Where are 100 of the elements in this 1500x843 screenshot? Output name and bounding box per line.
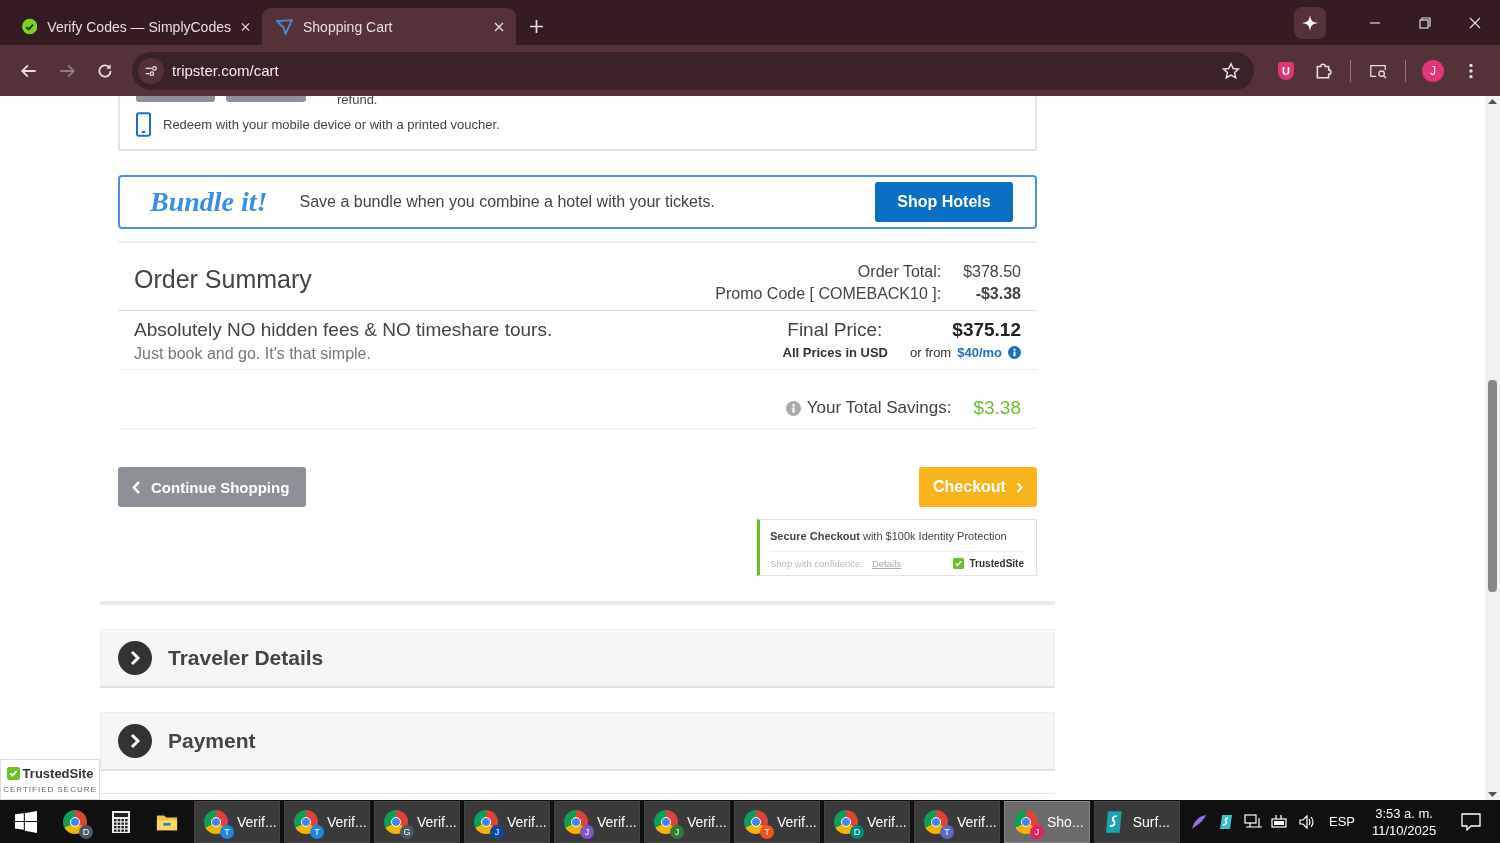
chrome-icon (654, 809, 678, 834)
no-fees-tagline: Absolutely NO hidden fees & NO timeshare tours. (134, 319, 553, 341)
browser-tab[interactable]: Shopping Cart (262, 8, 516, 45)
savings-value: $3.38 (973, 397, 1021, 419)
clock-date[interactable]: 11/10/2025 (1372, 821, 1437, 839)
profile-badge: J (580, 824, 594, 839)
surfshark-tray-icon[interactable] (1217, 813, 1235, 830)
section-title: Payment (168, 729, 256, 753)
chrome-icon (834, 809, 858, 834)
taskbar-button[interactable]: J Sho... (1004, 800, 1090, 843)
notification-icon[interactable] (1461, 812, 1482, 831)
reload-icon[interactable] (96, 61, 114, 80)
taskbar-button[interactable]: J Verif... (644, 800, 730, 843)
profile-badge: T (220, 824, 234, 839)
checkmark-icon (6, 766, 20, 780)
chrome-icon (384, 809, 408, 834)
close-icon[interactable] (494, 21, 504, 32)
chrome-icon (744, 809, 768, 834)
chrome-icon (204, 809, 228, 834)
sparkle-button[interactable] (1294, 7, 1326, 39)
financing-link[interactable]: $40/mo (957, 345, 1002, 360)
chrome-icon[interactable] (63, 809, 87, 834)
checkmark-icon (952, 558, 964, 569)
chrome-icon (294, 809, 318, 834)
chrome-icon (564, 809, 588, 834)
order-total-label: Order Total: (856, 263, 942, 281)
close-icon[interactable] (241, 21, 250, 32)
confidence-text: Shop with confidence. (770, 558, 863, 569)
taskbar-button[interactable]: T Verif... (734, 800, 820, 843)
profile-badge: T (760, 824, 774, 839)
profile-badge: J (1030, 824, 1044, 839)
star-icon[interactable] (1222, 61, 1240, 80)
site-settings-icon[interactable] (138, 57, 164, 84)
language-indicator[interactable]: ESP (1329, 814, 1355, 829)
seal-caption: CERTIFIED SECURE (3, 784, 97, 794)
url-text: tripster.com/cart (172, 62, 279, 79)
final-price-label: Final Price: (787, 319, 883, 341)
chrome-icon (924, 809, 948, 834)
info-icon[interactable] (1008, 346, 1021, 359)
new-tab-icon[interactable] (530, 20, 543, 33)
tab-title: Shopping Cart (303, 18, 394, 35)
taskbar-button[interactable]: D Verif... (824, 800, 910, 843)
battery-icon[interactable] (1271, 813, 1289, 830)
secure-checkout-text: Secure Checkout with $100k Identity Protection (770, 530, 1008, 542)
order-total-value: $378.50 (963, 263, 1021, 281)
taskbar-button[interactable]: J Verif... (464, 800, 550, 843)
check-logo-icon (22, 18, 38, 35)
taskbar-button[interactable]: T Verif... (194, 800, 280, 843)
browser-tab[interactable]: Verify Codes — SimplyCodes (8, 8, 262, 45)
accordion-header[interactable]: Payment (100, 712, 1055, 771)
profile-badge: D (850, 824, 864, 839)
sparkle-icon (1302, 15, 1318, 31)
chevron-icon (118, 724, 152, 758)
trustedsite-logo: TrustedSite (969, 558, 1024, 569)
feather-icon[interactable] (1190, 813, 1208, 830)
shop-hotels-button[interactable]: Shop Hotels (875, 182, 1013, 222)
clock-time[interactable]: 3:53 a. m. (1375, 804, 1433, 822)
seal-brand: TrustedSite (22, 765, 94, 781)
redeem-text: Redeem with your mobile device or with a printed voucher. (163, 117, 500, 132)
profile-badge: J (490, 824, 504, 839)
final-price-value: $375.12 (952, 319, 1021, 341)
bundle-text: Save a bundle when you combine a hotel with your tickets. (299, 193, 715, 211)
bundle-logo: Bundle it! (150, 186, 268, 218)
windows-start-icon[interactable] (15, 810, 37, 833)
profile-badge: J (670, 824, 684, 839)
puzzle-icon[interactable] (1314, 61, 1332, 80)
profile-badge: G (400, 824, 414, 839)
profile-badge: T (310, 824, 324, 839)
chrome-icon (1014, 809, 1038, 834)
scrollbar-thumb[interactable] (1488, 380, 1497, 592)
network-icon[interactable] (1244, 813, 1262, 830)
taskbar-button[interactable]: T Verif... (914, 800, 1000, 843)
currency-note: All Prices in USD (782, 345, 888, 360)
surfshark-icon (1104, 809, 1124, 834)
close-icon[interactable] (1469, 17, 1481, 29)
mobile-phone-icon (136, 112, 151, 137)
chevron-icon (118, 641, 152, 675)
financing-prefix: or from (910, 345, 952, 360)
address-bar[interactable]: tripster.com/cart (132, 51, 1254, 90)
calculator-icon[interactable] (110, 809, 132, 834)
taskbar-button[interactable]: J Verif... (554, 800, 640, 843)
accordion-header[interactable]: Traveler Details (100, 629, 1055, 688)
chrome-icon (474, 809, 498, 834)
taskbar-button[interactable]: Surf... (1094, 800, 1180, 843)
restore-icon[interactable] (1419, 17, 1431, 29)
chevron-right-icon (1015, 480, 1023, 494)
tab-title: Verify Codes — SimplyCodes (47, 18, 231, 35)
volume-icon[interactable] (1298, 813, 1316, 830)
taskbar-button[interactable]: G Verif... (374, 800, 460, 843)
profile-badge: T (940, 824, 954, 839)
profile-badge: D (79, 824, 93, 839)
order-summary-title: Order Summary (134, 265, 312, 294)
taskbar-button[interactable]: T Verif... (284, 800, 370, 843)
paper-plane-icon (276, 18, 293, 35)
shield-extension-icon[interactable]: U (1278, 61, 1294, 80)
profile-avatar[interactable]: J (1422, 59, 1444, 82)
chevron-left-icon (132, 480, 141, 494)
promo-discount-value: -$3.38 (974, 285, 1021, 303)
section-title: Traveler Details (168, 646, 324, 670)
savings-label: Your Total Savings: (806, 398, 952, 418)
